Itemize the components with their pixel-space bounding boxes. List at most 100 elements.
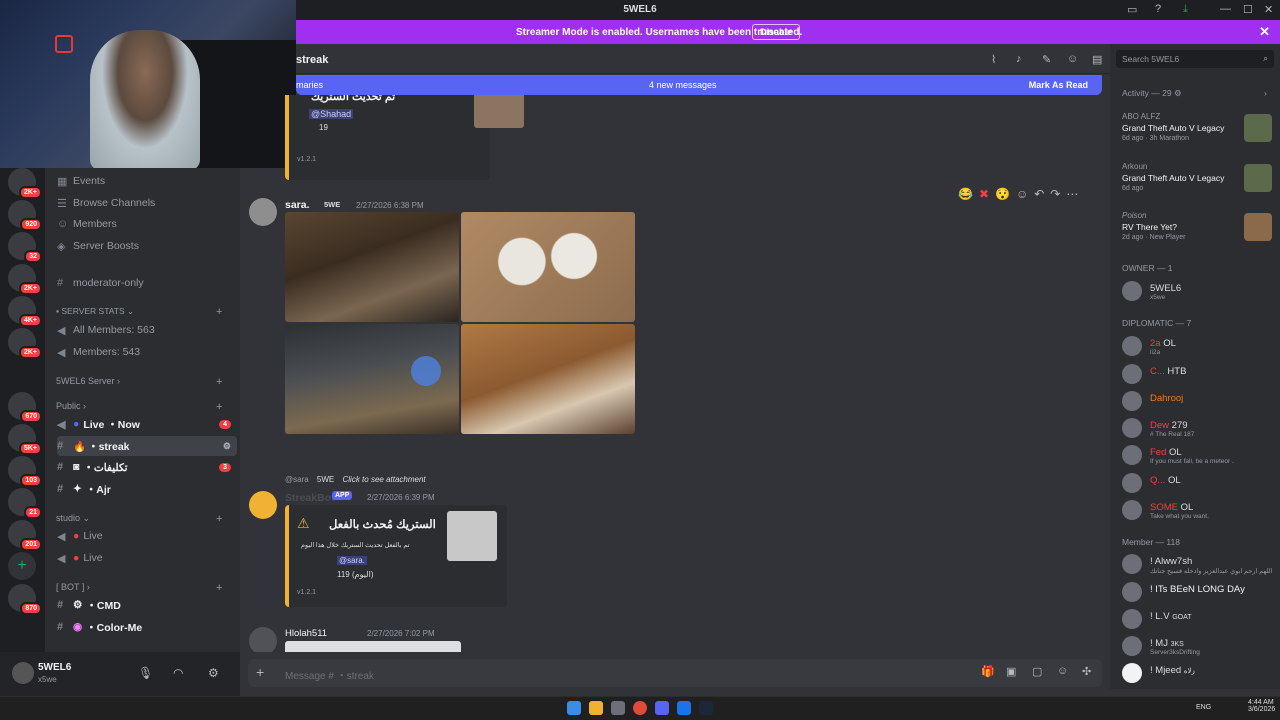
message-author[interactable]: sara.	[285, 199, 310, 211]
sidebar-item-members[interactable]: ☺ Members	[57, 214, 237, 234]
add-reaction-icon[interactable]: ☺	[1016, 187, 1028, 205]
search-input[interactable]: Search 5WEL6 ⌕	[1116, 50, 1274, 68]
member-item[interactable]: Fed OL If you must fall, be a meteor .	[1122, 443, 1272, 469]
sidebar-item-server-boosts[interactable]: ◈ Server Boosts	[57, 236, 237, 256]
gift-icon[interactable]: 🎁	[981, 665, 995, 678]
category-studio[interactable]: studio ⌄ +	[56, 513, 222, 525]
sticker-icon[interactable]: ▢	[1032, 665, 1042, 678]
minimize-button[interactable]: —	[1220, 3, 1231, 15]
channel-live-2[interactable]: ◀ ● Live	[57, 548, 237, 568]
emoji-icon[interactable]: ☺	[1057, 665, 1068, 677]
sidebar-item-browse-channels[interactable]: ☰ Browse Channels	[57, 193, 237, 213]
steam-icon[interactable]	[699, 701, 713, 715]
inbox-icon[interactable]: ▤	[1092, 53, 1102, 66]
sidebar-item-events[interactable]: ▦ Events	[57, 171, 237, 191]
gif-icon[interactable]: ▣	[1006, 665, 1016, 678]
apps-icon[interactable]: ✣	[1082, 665, 1091, 678]
message-author[interactable]: Hlolah511	[285, 628, 327, 639]
chrome-icon[interactable]	[633, 701, 647, 715]
member-list-icon[interactable]: ☺	[1067, 53, 1078, 65]
member-item[interactable]: ! L.V GOAT	[1122, 607, 1272, 633]
microphone-icon[interactable]: 🎙	[138, 666, 153, 680]
message-input[interactable]: Message # ・streak	[285, 667, 374, 682]
file-explorer-icon[interactable]	[589, 701, 603, 715]
member-item[interactable]: ! ITs BEeN LONG DAy	[1122, 580, 1272, 606]
member-item[interactable]: Dahrooj	[1122, 389, 1272, 415]
disable-button[interactable]: Disable	[752, 24, 801, 40]
channel-color-me[interactable]: # ◉ ・Color-Me	[57, 617, 237, 637]
mark-as-read-button[interactable]: Mark As Read	[1029, 80, 1088, 90]
server-icon[interactable]: 920	[8, 200, 42, 231]
member-item[interactable]: ! Alww7sh اللهم ارحم ابوي عبدالعزيز وادخل…	[1122, 552, 1272, 578]
channel-ajr[interactable]: # ✦ ・Ajr	[57, 479, 237, 499]
member-item[interactable]: Q... OL	[1122, 471, 1272, 497]
headphones-icon[interactable]: ◠	[173, 666, 183, 680]
server-icon[interactable]: 201	[8, 520, 42, 551]
emoji-reaction-icon[interactable]: 😯	[995, 187, 1010, 205]
member-item[interactable]: C... HTB	[1122, 362, 1272, 388]
channel-live-now[interactable]: ◀ ● Live ・Now 4	[57, 414, 237, 434]
server-icon[interactable]: 870	[8, 584, 42, 615]
more-icon[interactable]: ⋯	[1066, 187, 1078, 205]
help-icon[interactable]: ?	[1155, 3, 1161, 15]
server-icon[interactable]: 4K+	[8, 296, 42, 327]
image-attachment[interactable]	[285, 641, 461, 652]
image-attachment[interactable]	[285, 324, 459, 434]
language-indicator[interactable]: ENG	[1196, 704, 1211, 711]
server-icon[interactable]: 2K+	[8, 328, 42, 359]
server-icon[interactable]: 32	[8, 232, 42, 263]
channel-takleefat[interactable]: # ◙ ・تكليفات 3	[57, 457, 237, 477]
download-icon[interactable]: ⤓	[1183, 3, 1188, 16]
avatar[interactable]	[249, 198, 277, 226]
member-item[interactable]: SOME OL Take what you want.	[1122, 498, 1272, 524]
close-window-button[interactable]: ✕	[1264, 3, 1273, 16]
add-server-icon[interactable]: +	[8, 552, 36, 580]
message-composer[interactable]: + Message # ・streak 🎁 ▣ ▢ ☺ ✣	[248, 659, 1102, 687]
channel-members[interactable]: ◀ Members: 543	[57, 342, 237, 362]
reply-icon[interactable]: ↶	[1034, 187, 1044, 205]
discord-icon[interactable]	[655, 701, 669, 715]
server-icon[interactable]: 670	[8, 392, 42, 423]
avatar[interactable]	[249, 627, 277, 652]
server-icon[interactable]: 103	[8, 456, 42, 487]
forward-icon[interactable]: ↷	[1050, 187, 1060, 205]
server-icon[interactable]: 2K+	[8, 264, 42, 295]
message-author[interactable]: StreakBot	[285, 492, 335, 504]
add-attachment-icon[interactable]: +	[256, 664, 264, 680]
reply-preview[interactable]: @sara 5WE Click to see attachment	[285, 475, 426, 484]
mail-icon[interactable]	[677, 701, 691, 715]
summaries-label[interactable]: maries	[296, 80, 323, 90]
close-icon[interactable]: ✕	[1259, 24, 1270, 40]
member-item[interactable]: 2a OL li2a	[1122, 334, 1272, 360]
channel-streak[interactable]: # 🔥 ・streak ⚙	[57, 436, 237, 456]
start-icon[interactable]	[567, 701, 581, 715]
pin-icon[interactable]: ✎	[1042, 53, 1051, 66]
image-attachment[interactable]	[285, 212, 459, 322]
activity-card[interactable]: ABO ALFZ Grand Theft Auto V Legacy 6d ag…	[1122, 112, 1272, 142]
new-messages-bar[interactable]: maries 4 new messages Mark As Read	[296, 75, 1102, 95]
server-icon[interactable]: 5K+	[8, 424, 42, 455]
maximize-button[interactable]: ☐	[1243, 3, 1253, 16]
category-public[interactable]: Public › +	[56, 401, 222, 413]
avatar[interactable]	[12, 662, 34, 684]
settings-icon[interactable]	[611, 701, 625, 715]
activity-card[interactable]: Poison RV There Yet? 2d ago · New Player	[1122, 211, 1272, 241]
member-item[interactable]: ! Mjeed زلاه	[1122, 661, 1272, 687]
image-attachment[interactable]	[461, 212, 635, 322]
x-reaction-icon[interactable]: ✖	[979, 187, 989, 205]
member-item[interactable]: Dew 279 # The Real 187	[1122, 416, 1272, 442]
category-bot[interactable]: [ BOT ] › +	[56, 582, 222, 594]
category-server[interactable]: 5WEL6 Server › +	[56, 376, 222, 388]
channel-live-1[interactable]: ◀ ● Live	[57, 526, 237, 546]
server-icon[interactable]: 21	[8, 488, 42, 519]
image-attachment[interactable]	[461, 324, 635, 434]
inbox-icon[interactable]: ▭	[1127, 3, 1137, 16]
member-item[interactable]: 5WEL6 x5we	[1122, 279, 1272, 305]
clock[interactable]: 4:44 AM 3/6/2026	[1248, 699, 1275, 713]
mute-bell-icon[interactable]: ♪	[1016, 53, 1022, 65]
embed-mention[interactable]: @sara.	[337, 556, 367, 565]
emoji-reaction-icon[interactable]: 😂	[958, 187, 973, 205]
activity-card[interactable]: Arkoun Grand Theft Auto V Legacy 6d ago	[1122, 162, 1272, 192]
category-server-stats[interactable]: ▪ SERVER STATS ⌄ +	[56, 306, 222, 318]
threads-icon[interactable]: ⌇	[991, 53, 996, 66]
